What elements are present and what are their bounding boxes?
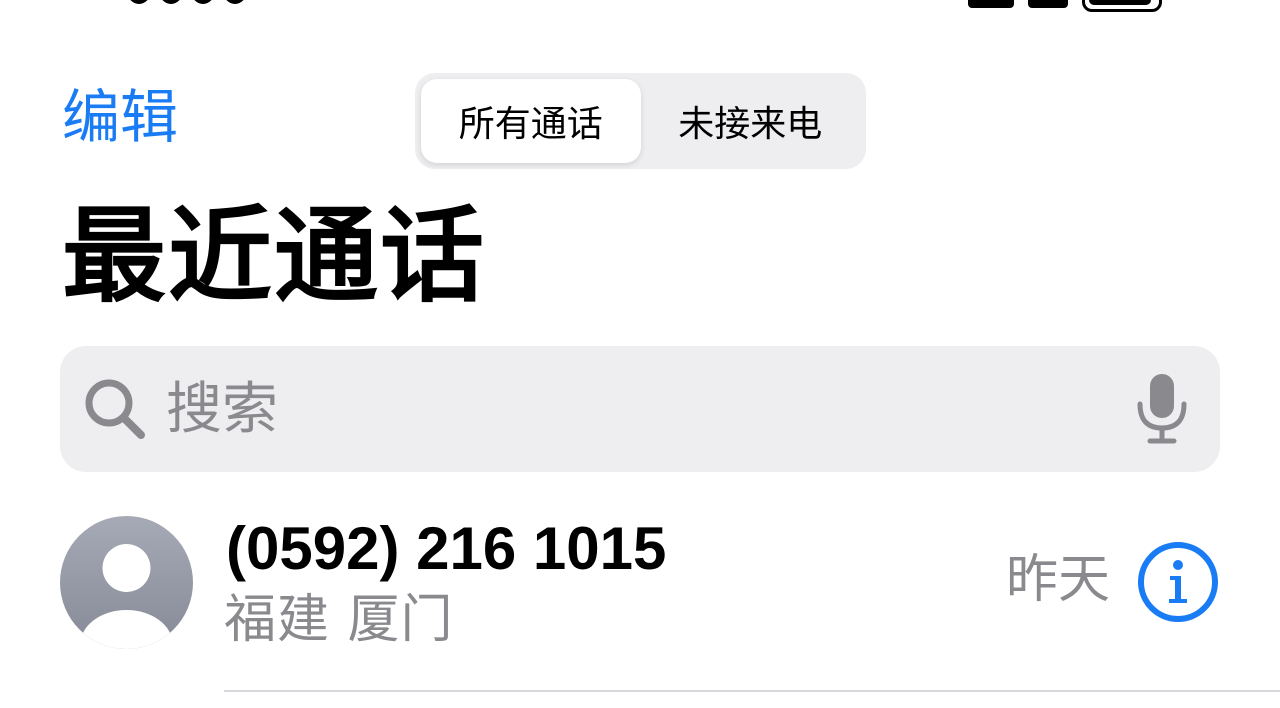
status-time-fragment: [160, 0, 182, 4]
search-icon: [85, 379, 145, 439]
segment-all-calls[interactable]: 所有通话: [421, 79, 641, 163]
search-bar[interactable]: [60, 346, 1220, 472]
info-icon[interactable]: [1137, 541, 1219, 623]
search-input[interactable]: [166, 376, 1134, 442]
call-list-row[interactable]: (0592) 216 1015 福建 厦门 昨天: [0, 500, 1280, 692]
status-time-fragment: [192, 0, 214, 4]
battery-icon: [1082, 0, 1162, 12]
call-location: 福建 厦门: [224, 590, 454, 650]
cellular-signal-icon: [968, 0, 1014, 8]
call-filter-segmented-control: 所有通话 未接来电: [415, 73, 866, 169]
mic-icon[interactable]: [1134, 372, 1190, 446]
page-title: 最近通话: [62, 195, 487, 317]
wifi-icon: [1028, 0, 1068, 8]
person-icon: [60, 516, 193, 649]
recents-screen: 编辑 所有通话 未接来电 最近通话 搜索 (0592) 216 1015 福建 …: [0, 0, 1280, 708]
status-bar-left: [128, 0, 246, 4]
call-date: 昨天: [1006, 550, 1111, 610]
status-bar-right: [968, 0, 1162, 12]
row-divider: [224, 690, 1280, 692]
edit-button[interactable]: 编辑: [62, 82, 178, 152]
status-time-fragment: [128, 0, 150, 4]
call-number: (0592) 216 1015: [226, 515, 667, 582]
segment-missed-calls[interactable]: 未接来电: [641, 79, 861, 163]
status-time-fragment: [224, 0, 246, 4]
